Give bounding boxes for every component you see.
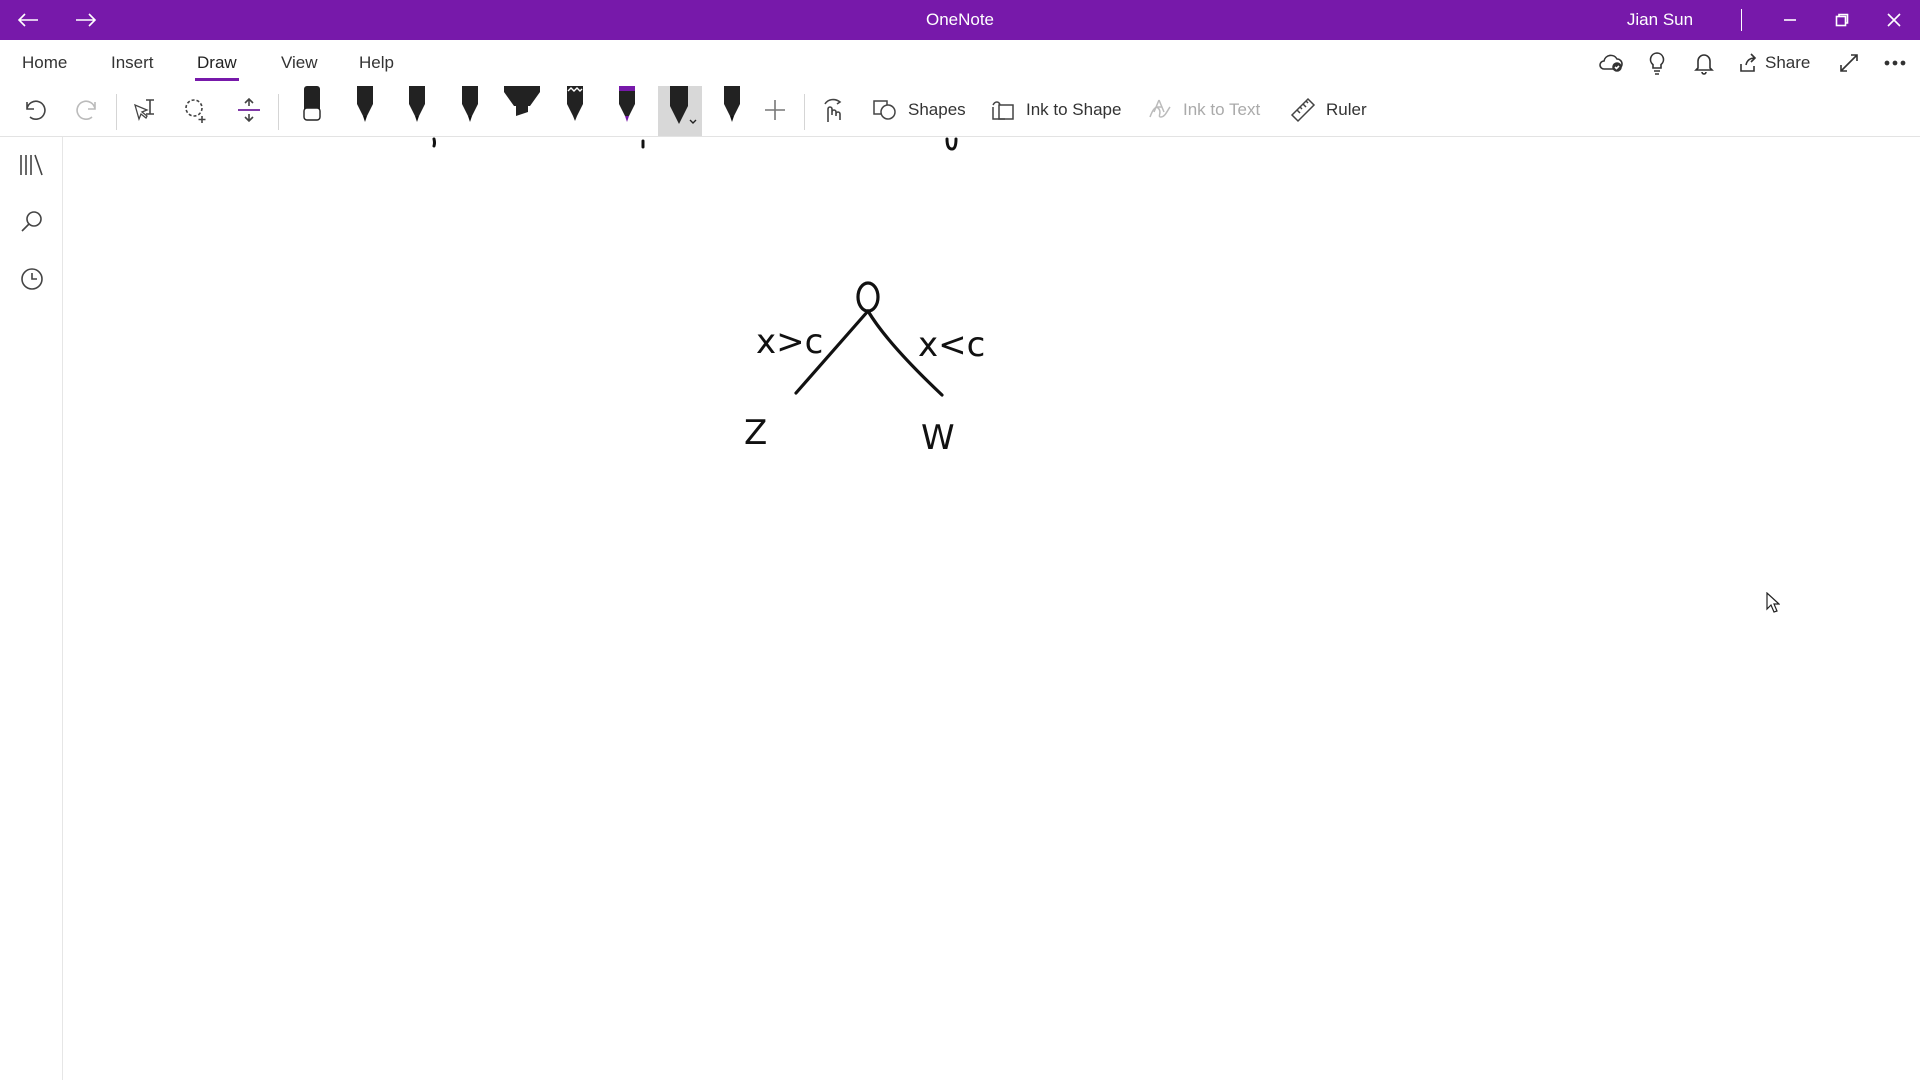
restore-button[interactable] xyxy=(1814,0,1870,40)
more-button[interactable] xyxy=(1880,48,1910,78)
ink-fragment xyxy=(945,137,958,151)
plus-icon xyxy=(765,100,785,120)
shapes-icon xyxy=(873,100,896,120)
pen-icon xyxy=(303,86,321,121)
pen-icon xyxy=(670,86,697,124)
ink-drawing: x>c x<c Z W xyxy=(432,137,985,458)
left-navigation xyxy=(0,137,63,1080)
tab-insert[interactable]: Insert xyxy=(109,48,156,78)
add-pen-button[interactable] xyxy=(752,86,798,134)
expand-icon xyxy=(1840,54,1858,72)
recent-icon xyxy=(21,268,43,290)
ink-to-shape-icon xyxy=(992,101,1014,120)
type-select-icon xyxy=(134,99,154,122)
pen-highlighter[interactable] xyxy=(500,86,544,136)
notifications-button[interactable] xyxy=(1689,48,1719,78)
share-icon xyxy=(1740,53,1757,72)
pen-pen-black-4[interactable] xyxy=(710,86,754,136)
close-button[interactable] xyxy=(1866,0,1920,40)
redo-icon xyxy=(76,100,96,120)
pen-pen-purple[interactable] xyxy=(605,86,649,136)
redo-button[interactable] xyxy=(66,86,108,134)
ruler-icon xyxy=(1290,97,1316,123)
pen-icon xyxy=(567,86,583,121)
minimize-icon xyxy=(1784,19,1796,21)
page-canvas[interactable]: x>c x<c Z W xyxy=(63,137,1920,1080)
toolbar-divider xyxy=(116,94,117,130)
back-button[interactable] xyxy=(0,0,56,40)
arrow-left-icon xyxy=(17,13,38,27)
user-name[interactable]: Jian Sun xyxy=(1580,0,1740,40)
pen-icon xyxy=(724,86,740,122)
tab-home[interactable]: Home xyxy=(20,48,69,78)
ink-to-shape-label: Ink to Shape xyxy=(1026,100,1122,119)
forward-button[interactable] xyxy=(58,0,114,40)
shapes-button[interactable]: Shapes xyxy=(872,86,966,134)
left-leaf-label: Z xyxy=(744,413,767,453)
title-bar: OneNote Jian Sun xyxy=(0,0,1920,40)
arrow-right-icon xyxy=(76,13,97,27)
pen-icon xyxy=(619,86,635,122)
recent-button[interactable] xyxy=(15,262,49,296)
pen-pen-galaxy[interactable] xyxy=(553,86,597,136)
notebooks-icon xyxy=(20,154,43,176)
ink-fragment xyxy=(432,137,436,148)
toolbar-divider xyxy=(804,94,805,130)
lasso-icon xyxy=(185,99,206,123)
tab-draw[interactable]: Draw xyxy=(195,48,239,81)
undo-button[interactable] xyxy=(14,86,56,134)
tab-help[interactable]: Help xyxy=(357,48,396,78)
restore-icon xyxy=(1835,13,1849,27)
minimize-button[interactable] xyxy=(1762,0,1818,40)
right-branch-label: x<c xyxy=(918,325,985,365)
undo-icon xyxy=(26,100,46,120)
tree-root-node xyxy=(856,281,880,313)
ink-to-text-button[interactable]: Ink to Text xyxy=(1147,86,1260,134)
pen-eraser[interactable] xyxy=(290,86,334,136)
pen-pen-selected[interactable] xyxy=(658,86,702,136)
shapes-label: Shapes xyxy=(908,100,966,119)
bell-icon xyxy=(1694,54,1714,75)
pen-pen-black-2[interactable] xyxy=(395,86,439,136)
ruler-button[interactable]: Ruler xyxy=(1290,86,1367,134)
pen-pen-black-1[interactable] xyxy=(343,86,387,136)
ink-to-shape-button[interactable]: Ink to Shape xyxy=(990,86,1121,134)
draw-with-touch-icon xyxy=(824,98,842,122)
search-icon xyxy=(21,211,42,232)
touch-draw-button[interactable] xyxy=(810,86,856,134)
toolbar-divider xyxy=(278,94,279,130)
pen-pen-black-3[interactable] xyxy=(448,86,492,136)
lasso-type-select-button[interactable] xyxy=(122,86,164,134)
cloud-sync-icon xyxy=(1599,54,1623,72)
search-button[interactable] xyxy=(15,205,49,239)
ruler-label: Ruler xyxy=(1326,100,1367,119)
lightbulb-icon xyxy=(1649,52,1665,75)
more-icon xyxy=(1884,60,1906,66)
draw-toolbar: Shapes Ink to Shape Ink to Text Ruler xyxy=(0,86,1920,137)
pen-icon xyxy=(462,86,478,122)
mouse-cursor-icon xyxy=(1766,592,1780,613)
pen-icon xyxy=(357,86,373,122)
left-branch-label: x>c xyxy=(756,322,823,362)
fullscreen-button[interactable] xyxy=(1834,48,1864,78)
share-button[interactable]: Share xyxy=(1738,48,1812,78)
right-leaf-label: W xyxy=(921,418,955,458)
tab-view[interactable]: View xyxy=(279,48,320,78)
tips-button[interactable] xyxy=(1642,48,1672,78)
ink-to-text-label: Ink to Text xyxy=(1183,100,1261,119)
menu-bar: Home Insert Draw View Help xyxy=(0,40,1920,86)
ink-to-text-icon xyxy=(1149,99,1171,118)
notebooks-button[interactable] xyxy=(15,148,49,182)
sync-button[interactable] xyxy=(1596,48,1626,78)
add-space-button[interactable] xyxy=(228,86,270,134)
pen-icon xyxy=(409,86,425,122)
titlebar-divider xyxy=(1741,9,1742,31)
insert-space-icon xyxy=(238,97,260,123)
lasso-select-button[interactable] xyxy=(175,86,217,134)
pen-icon xyxy=(504,86,540,116)
share-label: Share xyxy=(1765,53,1811,72)
close-icon xyxy=(1887,13,1901,27)
